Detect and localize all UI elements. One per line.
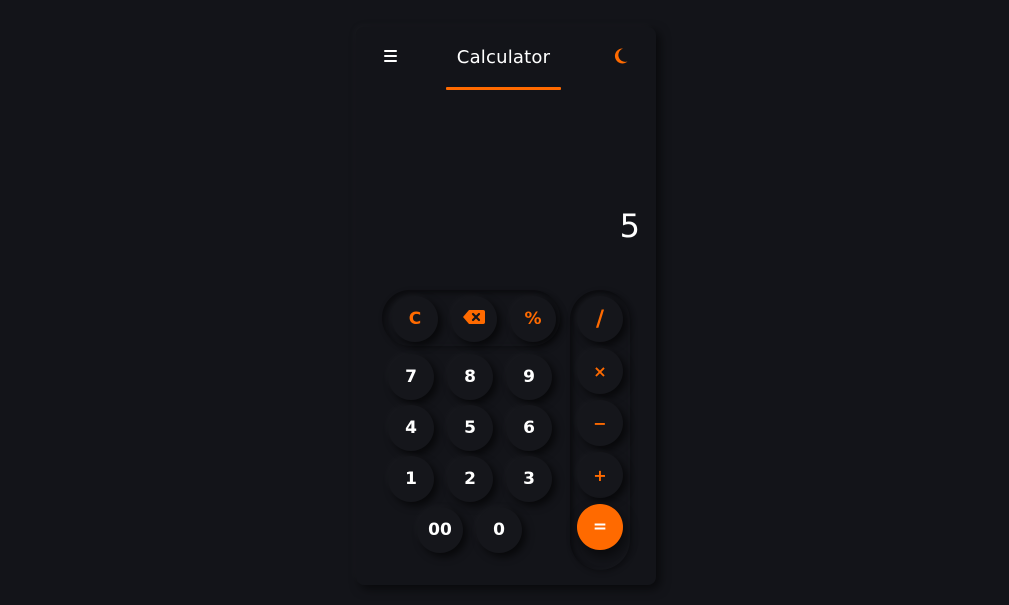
digit-4-button[interactable]: 4 <box>388 405 434 451</box>
digit-6-button[interactable]: 6 <box>506 405 552 451</box>
add-button[interactable]: + <box>577 452 623 498</box>
backspace-button[interactable] <box>451 296 497 342</box>
clear-button[interactable]: C <box>392 296 438 342</box>
moon-icon[interactable] <box>613 47 629 65</box>
digit-0-button[interactable]: 0 <box>476 507 522 553</box>
menu-icon[interactable] <box>384 50 397 63</box>
calculator-panel: Calculator 5 C % / × − + = 7 8 9 4 5 6 1… <box>356 27 656 585</box>
page-title: Calculator <box>456 47 551 68</box>
display-value: 5 <box>619 207 640 245</box>
digit-3-button[interactable]: 3 <box>506 456 552 502</box>
digit-00-button[interactable]: 00 <box>417 507 463 553</box>
digit-1-button[interactable]: 1 <box>388 456 434 502</box>
digit-2-button[interactable]: 2 <box>447 456 493 502</box>
digit-8-button[interactable]: 8 <box>447 354 493 400</box>
subtract-button[interactable]: − <box>577 400 623 446</box>
digit-5-button[interactable]: 5 <box>447 405 493 451</box>
divide-button[interactable]: / <box>577 296 623 342</box>
title-underline <box>446 87 561 90</box>
equals-button[interactable]: = <box>577 504 623 550</box>
percent-button[interactable]: % <box>510 296 556 342</box>
multiply-button[interactable]: × <box>577 348 623 394</box>
backspace-icon <box>462 309 486 330</box>
digit-9-button[interactable]: 9 <box>506 354 552 400</box>
digit-7-button[interactable]: 7 <box>388 354 434 400</box>
